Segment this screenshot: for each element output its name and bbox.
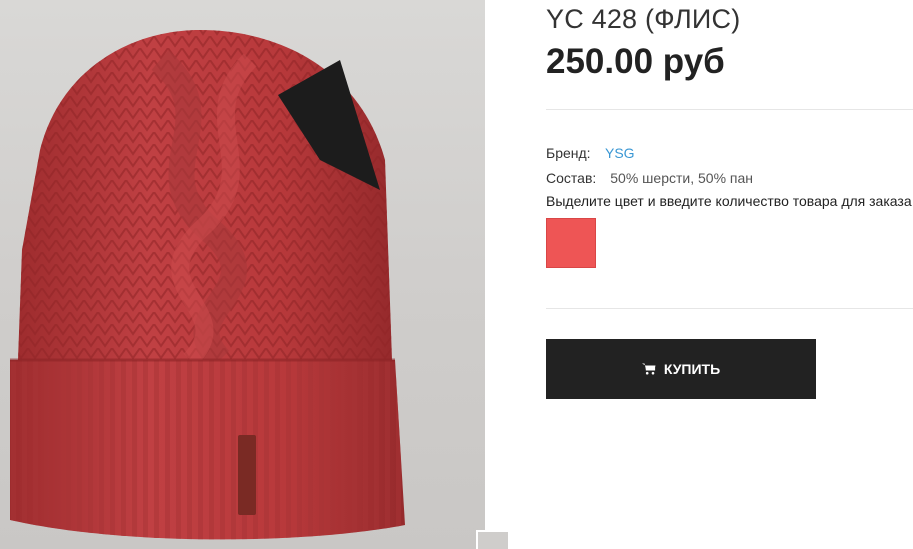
knit-hat-image [10,30,405,540]
order-hint: Выделите цвет и введите количество товар… [546,193,912,209]
buy-button[interactable]: КУПИТЬ [546,339,816,399]
divider [546,109,913,110]
gallery-thumbnail-frame[interactable] [476,530,510,549]
composition-label: Состав: [546,170,597,186]
brand-row: Бренд: YSG [546,145,635,161]
composition-row: Состав: 50% шерсти, 50% пан [546,170,753,186]
divider [546,308,913,309]
product-photo[interactable] [0,0,485,549]
product-price: 250.00 руб [546,42,725,81]
brand-label: Бренд: [546,145,591,161]
product-title: YC 428 (ФЛИС) [546,4,741,34]
color-swatch-red[interactable] [546,218,596,268]
brand-link[interactable]: YSG [605,145,635,161]
composition-value: 50% шерсти, 50% пан [610,170,753,186]
cart-icon [641,363,656,375]
buy-button-label: КУПИТЬ [663,361,721,377]
